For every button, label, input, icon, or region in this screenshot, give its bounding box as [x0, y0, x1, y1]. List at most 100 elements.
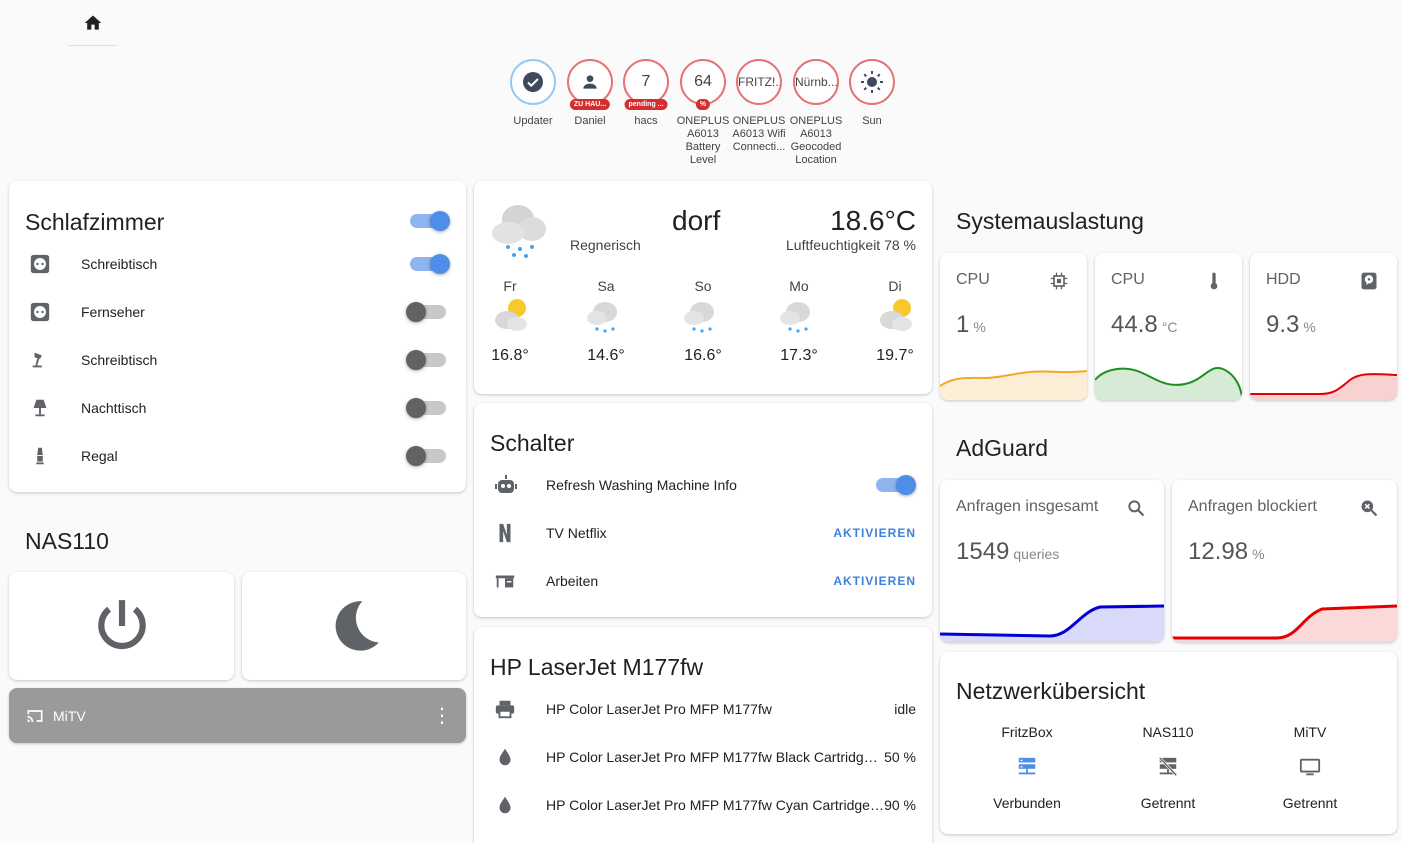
sensor-card-queries[interactable]: Anfragen insgesamt 1549 queries	[940, 480, 1164, 642]
sensor-name: CPU	[956, 271, 990, 288]
sensor-card-cpu-temp[interactable]: CPU 44.8 °C	[1095, 253, 1242, 400]
rainy-icon	[587, 302, 617, 333]
badge-label: ONEPLUS A6013 Wifi Connecti...	[732, 115, 786, 153]
badge-sun[interactable]: Sun	[842, 59, 902, 128]
badge-wifi-circle: FRITZ!...	[736, 59, 782, 105]
entity-value: 50 %	[884, 749, 916, 765]
sensor-value-number: 1	[956, 311, 970, 338]
sensor-unit: queries	[1013, 546, 1060, 562]
media-player-card[interactable]: MiTV ⋮	[9, 688, 466, 743]
sensor-unit: %	[973, 319, 986, 335]
search-icon	[1128, 500, 1145, 517]
forecast-day-name: So	[694, 278, 712, 294]
sensor-card-cpu[interactable]: CPU 1%	[940, 253, 1087, 400]
sensor-sparkline	[940, 370, 1087, 400]
entity-toggle[interactable]	[406, 446, 446, 466]
lamp-icon	[36, 447, 44, 465]
entity-name: Schreibtisch	[81, 256, 158, 272]
entity-row[interactable]: Schreibtisch	[25, 244, 450, 284]
badge-value: 7	[641, 73, 651, 90]
entity-row[interactable]: Refresh Washing Machine Info	[490, 465, 916, 505]
entity-toggle[interactable]	[406, 398, 446, 418]
entity-row[interactable]: HP Color LaserJet Pro MFP M177fw idle	[490, 689, 916, 729]
sensor-name: Anfragen blockiert	[1188, 498, 1317, 515]
entity-name: Fernseher	[81, 304, 145, 320]
entity-row[interactable]: Schreibtisch	[25, 340, 450, 380]
entity-name: HP Color LaserJet Pro MFP M177fw Cyan Ca…	[546, 797, 885, 813]
sensor-card-blocked[interactable]: Anfragen blockiert 12.98%	[1172, 480, 1397, 642]
card-title: Netzwerkübersicht	[956, 678, 1146, 704]
sensor-value-number: 44.8	[1111, 311, 1158, 338]
entity-toggle[interactable]	[406, 350, 446, 370]
badge-hacs-circle: 7 pending ...	[623, 59, 669, 110]
sensor-card-hdd[interactable]: HDD 9.3%	[1250, 253, 1397, 400]
badge-wifi[interactable]: FRITZ!... ONEPLUS A6013 Wifi Connecti...	[729, 59, 789, 154]
badge-battery[interactable]: 64 % ONEPLUS A6013 Battery Level	[673, 59, 733, 167]
desk-icon	[495, 575, 515, 588]
entity-toggle[interactable]	[410, 254, 450, 274]
water-drop-icon	[499, 796, 511, 814]
entity-row[interactable]: HP Color LaserJet Pro MFP M177fw Cyan Ca…	[490, 785, 916, 825]
network-device[interactable]: FritzBox Verbunden	[962, 724, 1092, 811]
media-player-name: MiTV	[53, 707, 86, 724]
entity-name: HP Color LaserJet Pro MFP M177fw Black C…	[546, 749, 885, 765]
entity-row[interactable]: Fernseher	[25, 292, 450, 332]
badge-updater[interactable]: Updater	[503, 59, 563, 128]
nas-sleep-button[interactable]	[242, 572, 466, 680]
tab-home[interactable]	[68, 0, 117, 46]
schlafzimmer-master-toggle[interactable]	[410, 211, 450, 231]
sensor-value: 44.8 °C	[1111, 311, 1177, 339]
printer-card: HP LaserJet M177fw HP Color LaserJet Pro…	[474, 627, 932, 843]
sensor-value-number: 1549	[956, 538, 1010, 565]
netflix-icon	[499, 523, 511, 543]
weather-humidity: Luftfeuchtigkeit 78 %	[786, 237, 916, 253]
entity-row[interactable]: Nachttisch	[25, 388, 450, 428]
entity-row[interactable]: TV Netflix AKTIVIEREN	[490, 513, 916, 553]
entity-row[interactable]: HP Color LaserJet Pro MFP M177fw Black C…	[490, 737, 916, 777]
forecast-day-name: Mo	[789, 278, 809, 294]
entity-row[interactable]: Regal	[25, 436, 450, 476]
badge-value: 64	[694, 73, 712, 90]
network-card: Netzwerkübersicht FritzBox Verbunden NAS…	[940, 652, 1397, 834]
network-device-status: Verbunden	[993, 795, 1061, 811]
schalter-card: Schalter Refresh Washing Machine Info TV…	[474, 403, 932, 617]
network-device[interactable]: MiTV Getrennt	[1245, 724, 1375, 811]
server-network-off-icon	[1158, 756, 1178, 777]
badge-location[interactable]: Nürnb... ONEPLUS A6013 Geocoded Location	[786, 59, 846, 167]
floor-lamp-icon	[33, 399, 47, 417]
badge-person[interactable]: ZU HAU... Daniel	[560, 59, 620, 128]
sensor-sparkline	[1095, 367, 1242, 400]
entity-name: Schreibtisch	[81, 352, 158, 368]
sensor-sparkline	[940, 604, 1164, 642]
search-remove-icon	[1361, 500, 1378, 517]
forecast-day-name: Di	[888, 278, 902, 294]
sensor-value-number: 12.98	[1188, 538, 1249, 565]
rainy-icon	[780, 302, 810, 333]
weather-card[interactable]: Regnerisch dorf 18.6°C Luftfeuchtigkeit …	[474, 181, 932, 394]
badge-battery-circle: 64 %	[680, 59, 726, 110]
entity-value: idle	[894, 701, 916, 717]
water-drop-icon	[499, 748, 511, 766]
desk-lamp-icon	[32, 352, 42, 368]
activate-button[interactable]: AKTIVIEREN	[833, 526, 916, 540]
badge-label: ONEPLUS A6013 Geocoded Location	[789, 115, 843, 166]
sensor-value-number: 9.3	[1266, 311, 1300, 338]
badge-hacs[interactable]: 7 pending ... hacs	[616, 59, 676, 128]
activate-button[interactable]: AKTIVIEREN	[833, 574, 916, 588]
rainy-icon	[492, 205, 546, 258]
sensor-unit: °C	[1161, 319, 1178, 335]
more-options-icon[interactable]: ⋮	[432, 706, 452, 726]
entity-row[interactable]: Arbeiten AKTIVIEREN	[490, 561, 916, 601]
entity-name: Nachttisch	[81, 400, 147, 416]
entity-toggle[interactable]	[406, 302, 446, 322]
badge-updater-circle	[510, 59, 556, 105]
forecast-day: Di 19.7°	[865, 278, 925, 365]
entity-toggle[interactable]	[876, 475, 916, 495]
network-device[interactable]: NAS110 Getrennt	[1103, 724, 1233, 811]
weather-temperature: 18.6°C	[830, 205, 916, 236]
sun-icon	[861, 71, 883, 93]
badge-label: ONEPLUS A6013 Battery Level	[676, 115, 730, 166]
forecast-day: Fr 16.8°	[480, 278, 540, 365]
nas-power-button[interactable]	[9, 572, 234, 680]
badge-pill: pending ...	[624, 99, 668, 110]
